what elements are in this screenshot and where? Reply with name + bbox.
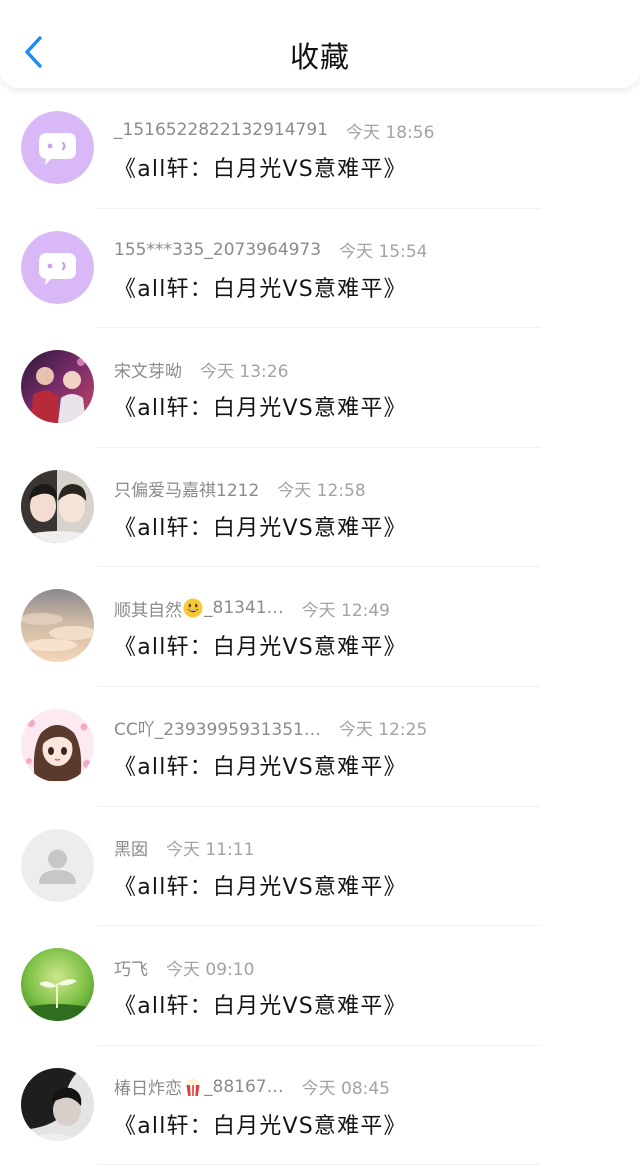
username[interactable]: 宋文芽呦 (114, 357, 182, 382)
list-item[interactable]: CC吖_2393995931351… 今天 12:25 《all轩：白月光VS意难平… (0, 687, 640, 807)
timestamp: 今天 12:58 (277, 481, 366, 502)
favorites-list: _1516522822132914791 今天 18:56 《all轩：白月光VS意… (0, 89, 640, 1166)
favorite-title[interactable]: 《all轩：白月光VS意难平》 (114, 988, 407, 1020)
popcorn-emoji-icon (186, 1078, 200, 1096)
list-item[interactable]: _1516522822132914791 今天 18:56 《all轩：白月光VS意… (0, 89, 640, 209)
username[interactable]: CC吖_2393995931351… (114, 715, 321, 740)
avatar[interactable] (21, 469, 94, 543)
favorite-title[interactable]: 《all轩：白月光VS意难平》 (114, 749, 407, 781)
item-meta: 顺其自然 _81341… 今天 12:49 (114, 596, 390, 621)
divider (98, 1164, 540, 1166)
avatar[interactable] (21, 230, 94, 304)
item-meta: 155***335_2073964973 今天 15:54 (114, 238, 428, 263)
username-suffix[interactable]: _81341… (204, 598, 284, 618)
favorite-title[interactable]: 《all轩：白月光VS意难平》 (114, 151, 407, 183)
item-meta: CC吖_2393995931351… 今天 12:25 (114, 716, 427, 740)
list-item[interactable]: 155***335_2073964973 今天 15:54 《all轩：白月光VS意… (0, 209, 640, 329)
timestamp: 今天 18:56 (346, 122, 435, 143)
top-bar: 收藏 (0, 0, 640, 89)
list-item[interactable]: 巧飞 今天 09:10 《all轩：白月光VS意难平》 (0, 926, 640, 1046)
username[interactable]: 巧飞 (114, 955, 148, 980)
avatar[interactable] (21, 1067, 94, 1141)
username[interactable]: 155***335_2073964973 (114, 240, 321, 260)
timestamp: 今天 08:45 (301, 1079, 390, 1100)
page-title: 收藏 (289, 40, 350, 74)
favorite-title[interactable]: 《all轩：白月光VS意难平》 (114, 510, 407, 542)
avatar[interactable] (21, 828, 94, 902)
list-item[interactable]: 椿日炸恋 _88167… 今天 08:45 《all轩：白月光VS意难平》 (0, 1046, 640, 1166)
favorite-title[interactable]: 《all轩：白月光VS意难平》 (114, 390, 407, 422)
username[interactable]: 椿日炸恋 (114, 1074, 182, 1099)
avatar[interactable] (21, 350, 94, 424)
timestamp: 今天 12:25 (338, 720, 428, 741)
item-meta: 宋文芽呦 今天 13:26 (114, 357, 289, 382)
username-suffix[interactable]: _88167… (204, 1077, 284, 1097)
avatar[interactable] (21, 111, 94, 184)
favorite-title[interactable]: 《all轩：白月光VS意难平》 (114, 271, 407, 303)
favorite-title[interactable]: 《all轩：白月光VS意难平》 (114, 1108, 407, 1140)
username[interactable]: 只偏爱马嘉祺1212 (114, 476, 259, 501)
timestamp: 今天 12:49 (301, 600, 390, 621)
grinning-face-emoji-icon (183, 598, 203, 618)
timestamp: 今天 13:26 (200, 361, 289, 382)
timestamp: 今天 09:10 (166, 959, 255, 980)
avatar[interactable] (21, 708, 94, 782)
item-meta: _1516522822132914791 今天 18:56 (114, 118, 435, 143)
item-meta: 只偏爱马嘉祺1212 今天 12:58 (114, 477, 366, 501)
favorite-title[interactable]: 《all轩：白月光VS意难平》 (114, 869, 407, 901)
list-item[interactable]: 顺其自然 _81341… 今天 12:49 《all轩：白月光VS意难平》 (0, 567, 640, 687)
list-item[interactable]: 宋文芽呦 今天 13:26 《all轩：白月光VS意难平》 (0, 328, 640, 448)
item-meta: 椿日炸恋 _88167… 今天 08:45 (114, 1074, 390, 1100)
item-meta: 巧飞 今天 09:10 (114, 955, 255, 980)
username[interactable]: _1516522822132914791 (114, 120, 328, 140)
favorite-title[interactable]: 《all轩：白月光VS意难平》 (114, 629, 407, 661)
timestamp: 今天 11:11 (166, 840, 255, 861)
avatar[interactable] (21, 948, 94, 1022)
avatar[interactable] (21, 589, 94, 663)
username[interactable]: 顺其自然 (114, 596, 182, 621)
list-item[interactable]: 黑囡 今天 11:11 《all轩：白月光VS意难平》 (0, 807, 640, 927)
timestamp: 今天 15:54 (339, 242, 428, 263)
item-meta: 黑囡 今天 11:11 (114, 836, 254, 860)
username[interactable]: 黑囡 (114, 835, 148, 860)
list-item[interactable]: 只偏爱马嘉祺1212 今天 12:58 《all轩：白月光VS意难平》 (0, 448, 640, 568)
